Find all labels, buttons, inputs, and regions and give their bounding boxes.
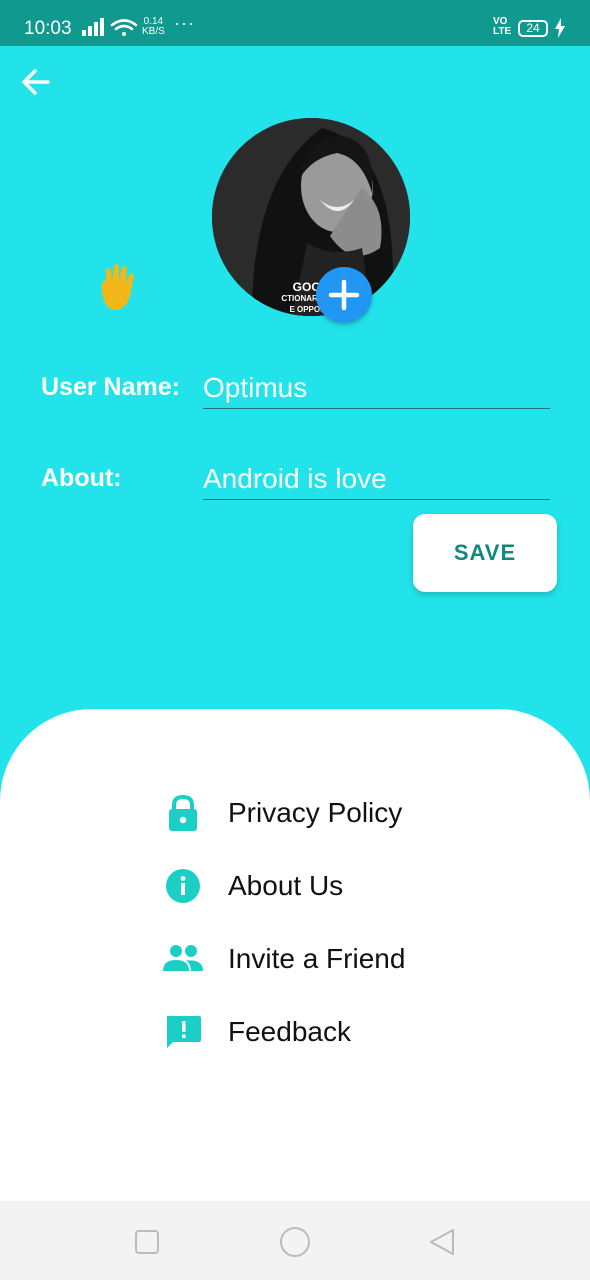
- circle-icon: [280, 1227, 310, 1257]
- square-icon: [135, 1230, 159, 1254]
- menu-item-about-us[interactable]: About Us: [162, 862, 462, 910]
- back-nav-button[interactable]: [426, 1225, 460, 1259]
- wifi-icon: [110, 19, 138, 36]
- plus-icon: [328, 279, 360, 311]
- signal-wifi-icons: [82, 16, 138, 45]
- username-label: User Name:: [41, 373, 180, 401]
- volte-indicator: VO LTE: [493, 17, 511, 37]
- photo-caption-line2: CTIONARY SAY: [281, 294, 341, 303]
- about-label: About:: [41, 464, 122, 492]
- back-button[interactable]: [16, 62, 56, 102]
- system-nav-bar: [0, 1201, 590, 1280]
- menu-label-privacy-policy: Privacy Policy: [228, 797, 403, 828]
- lock-icon: [162, 794, 204, 831]
- data-speed: 0.14 KB/S: [142, 17, 165, 37]
- menu-label-invite-friend: Invite a Friend: [228, 943, 406, 974]
- menu-item-invite-friend[interactable]: Invite a Friend: [162, 935, 462, 983]
- triangle-back-icon: [430, 1229, 454, 1255]
- profile-avatar[interactable]: GOOD CTIONARY SAY E OPPOSIT: [212, 118, 410, 316]
- menu-item-privacy-policy[interactable]: Privacy Policy: [162, 789, 462, 837]
- photo-caption-line3: E OPPOSIT: [289, 305, 333, 314]
- menu-item-feedback[interactable]: Feedback: [162, 1008, 462, 1056]
- status-bar: 10:03 0.14 KB/S ··· VO LTE 24: [0, 0, 590, 46]
- menu-label-about-us: About Us: [228, 870, 344, 901]
- feedback-icon: [162, 1014, 204, 1050]
- signal-icon: [82, 18, 104, 36]
- home-button[interactable]: [278, 1225, 312, 1259]
- info-icon: [162, 868, 204, 904]
- photo-caption: GOOD CTIONARY SAY E OPPOSIT: [212, 281, 410, 315]
- status-time: 10:03: [24, 18, 72, 39]
- about-input[interactable]: [203, 459, 550, 500]
- username-input[interactable]: [203, 368, 550, 409]
- add-photo-button[interactable]: [316, 267, 372, 323]
- volte-bottom: LTE: [493, 26, 512, 37]
- battery-icon: 24: [518, 20, 548, 37]
- arrow-left-icon: [22, 69, 50, 95]
- charging-icon: [554, 18, 566, 43]
- menu-label-feedback: Feedback: [228, 1016, 351, 1047]
- save-button[interactable]: SAVE: [413, 514, 557, 592]
- waving-hand-icon: [92, 262, 142, 312]
- speed-unit: KB/S: [142, 26, 165, 37]
- people-icon: [162, 941, 204, 977]
- settings-menu-sheet: Privacy Policy About Us Invite a Friend: [0, 709, 590, 1201]
- recents-button[interactable]: [130, 1225, 164, 1259]
- more-notifications-icon: ···: [174, 13, 195, 33]
